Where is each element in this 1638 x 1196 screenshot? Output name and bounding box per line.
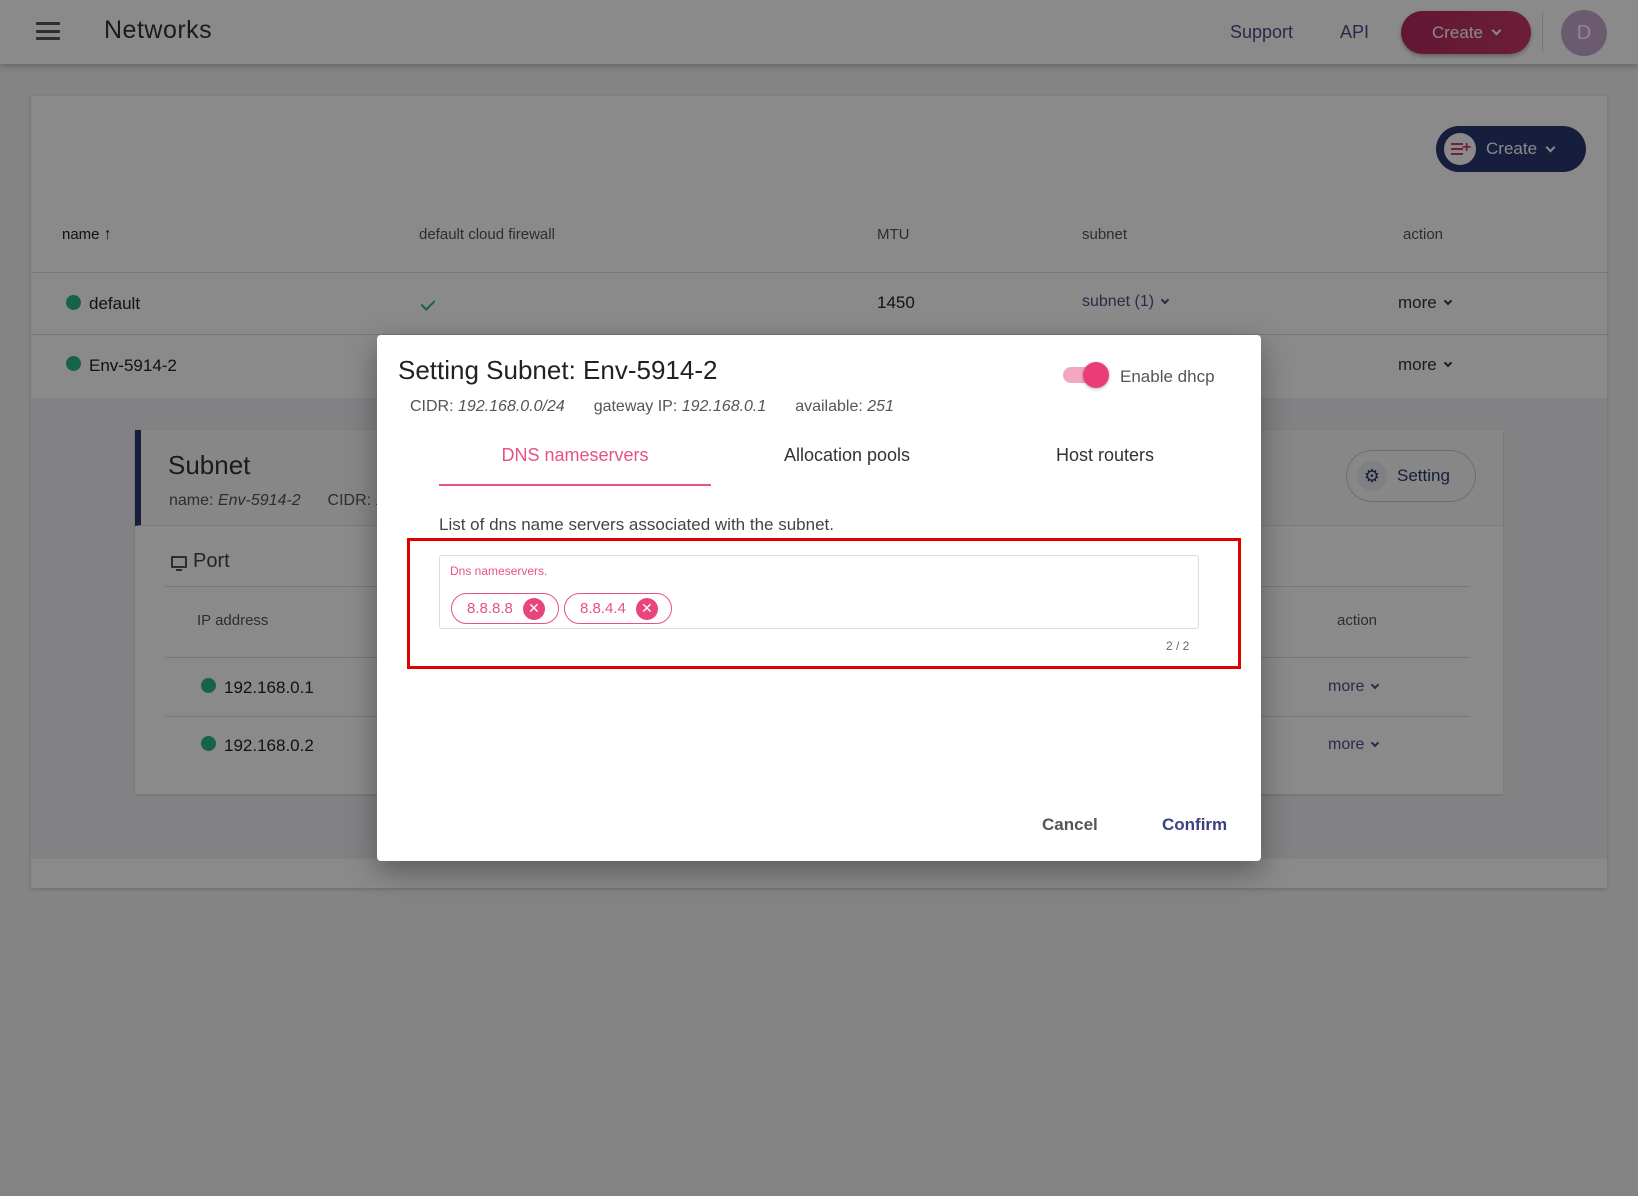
dhcp-toggle-label: Enable dhcp [1120,367,1215,386]
chip-remove-icon[interactable]: ✕ [635,597,658,620]
cidr-value: 192.168.0.0/24 [458,398,565,415]
tab-host-routers[interactable]: Host routers [983,445,1227,466]
dns-chip: 8.8.4.4 ✕ [564,593,672,624]
cancel-button[interactable]: Cancel [1042,815,1098,835]
field-label: Dns nameservers. [450,564,548,578]
gateway-value: 192.168.0.1 [681,398,767,415]
setting-subnet-dialog: Setting Subnet: Env-5914-2 Enable dhcp C… [377,335,1261,861]
dialog-title: Setting Subnet: Env-5914-2 [398,355,718,385]
subnet-info: CIDR: 192.168.0.0/24 gateway IP: 192.168… [410,398,894,415]
tab-description: List of dns name servers associated with… [439,515,834,534]
toggle-knob [1083,362,1109,388]
chip-counter: 2 / 2 [1166,639,1190,653]
confirm-button[interactable]: Confirm [1162,815,1227,835]
dhcp-toggle[interactable] [1063,362,1109,388]
tab-dns-nameservers[interactable]: DNS nameservers [439,445,711,466]
dns-nameservers-field[interactable]: Dns nameservers. 8.8.8.8 ✕ 8.8.4.4 ✕ [439,555,1199,629]
tab-allocation-pools[interactable]: Allocation pools [711,445,983,466]
active-tab-indicator [439,484,711,486]
dns-chip: 8.8.8.8 ✕ [451,593,559,624]
available-value: 251 [867,398,894,415]
chip-remove-icon[interactable]: ✕ [522,597,545,620]
